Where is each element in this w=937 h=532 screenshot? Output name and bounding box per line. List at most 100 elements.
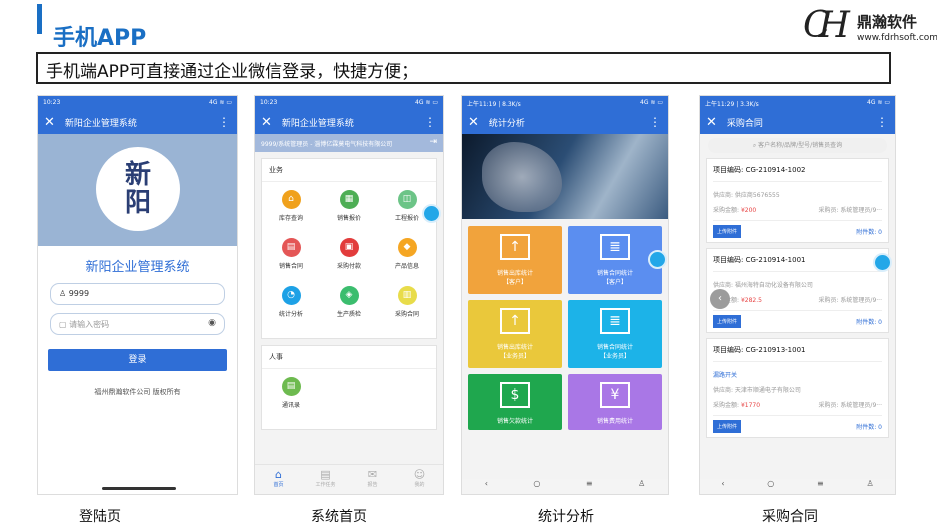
more-icon[interactable]: ⋮ <box>649 115 661 129</box>
status-time: 10:23 <box>260 99 278 106</box>
module-label: 工程报价 <box>394 215 419 222</box>
module-label: 库存查询 <box>278 215 303 222</box>
module-item[interactable]: ▤ 销售合同 <box>262 236 320 284</box>
section-title: 人事 <box>262 346 436 369</box>
status-icons: 4G ≋ ▭ <box>867 99 890 106</box>
amount-line: 采购金额: ¥200 采购员: 系统管理员/9··· <box>713 205 882 214</box>
upload-button[interactable]: 上传附件 <box>713 225 742 238</box>
home-topbar: ✕ 新阳企业管理系统 ⋮ <box>255 111 443 134</box>
purchase-record[interactable]: 项目编码: CG-210914-1001 供应商: 福州海特自动化设备有限公司采购… <box>706 248 889 333</box>
purchase-record[interactable]: 项目编码: CG-210913-1001 漏路开关 供应商: 天津市顺通电子有限公司… <box>706 338 889 438</box>
system-nav: ‹ ○ ≡ ♙ <box>700 479 895 494</box>
module-icon: ⌂ <box>281 190 301 209</box>
nav-button[interactable]: ≡ <box>817 479 824 494</box>
nav-button[interactable]: ‹ <box>721 479 724 494</box>
stats-tiles: ↑ 销售出库统计 【客户】 ≣ 销售合同统计 【客户】 ↑ 销售出库统计 【业务员】 ≣ 销售合同统… <box>462 219 668 437</box>
module-icon: ▥ <box>397 286 417 305</box>
login-phone: 10:23 4G ≋ ▭ ✕ 新阳企业管理系统 ⋮ 新阳 新阳企业管理系统 ♙ 999… <box>37 95 238 495</box>
back-arrow-icon[interactable]: ‹ <box>710 289 730 309</box>
attachment-count[interactable]: 附件数: 0 <box>856 227 882 236</box>
record-footer: 上传附件 附件数: 0 <box>713 220 882 238</box>
tab-label: 首页 <box>273 482 284 488</box>
attachment-count[interactable]: 附件数: 0 <box>856 317 882 326</box>
more-icon[interactable]: ⋮ <box>218 115 230 129</box>
login-topbar: ✕ 新阳企业管理系统 ⋮ <box>38 111 237 134</box>
tile-sublabel: 【客户】 <box>602 279 627 286</box>
module-icon: ▤ <box>281 238 301 257</box>
tab-icon: ▤ <box>320 468 331 481</box>
upload-button[interactable]: 上传附件 <box>713 420 742 433</box>
status-icons: 4G ≋ ▭ <box>209 99 232 106</box>
tile-icon: ↑ <box>500 234 530 260</box>
module-contacts[interactable]: ▤ 通讯录 <box>262 375 320 423</box>
tile-sublabel: 【业务员】 <box>499 353 530 360</box>
close-icon[interactable]: ✕ <box>44 115 55 130</box>
contacts-icon: ▤ <box>281 377 301 396</box>
search-placeholder: 客户名称/品牌/型号/销售员查询 <box>758 142 843 149</box>
login-button[interactable]: 登录 <box>48 349 227 371</box>
username-field[interactable]: ♙ 9999 <box>50 283 225 305</box>
tab-item[interactable]: ⌂ 首页 <box>255 465 302 494</box>
status-time: 上午11:29 | 3.3K/s <box>705 101 759 108</box>
nav-button[interactable]: ♙ <box>638 479 645 494</box>
amount: 采购金额: ¥200 <box>713 205 756 214</box>
close-icon[interactable]: ✕ <box>261 115 272 130</box>
module-label: 采购付款 <box>336 263 361 270</box>
logo-char-bottom: 阳 <box>124 188 151 218</box>
module-item[interactable]: ◆ 产品信息 <box>378 236 436 284</box>
close-icon[interactable]: ✕ <box>468 115 479 130</box>
module-item[interactable]: ⌂ 库存查询 <box>262 188 320 236</box>
module-icon: ◆ <box>397 238 417 257</box>
nav-button[interactable]: ‹ <box>485 479 488 494</box>
title-accent-bar <box>37 4 42 34</box>
floating-assistant-icon[interactable] <box>873 253 892 272</box>
tab-item[interactable]: ☺ 我的 <box>396 465 443 494</box>
floating-assistant-icon[interactable] <box>422 204 441 223</box>
module-item[interactable]: ▦ 销售报价 <box>320 188 378 236</box>
tile-icon: ≣ <box>600 234 630 260</box>
nav-button[interactable]: ♙ <box>866 479 873 494</box>
module-label: 通讯录 <box>281 402 300 409</box>
nav-button[interactable]: ○ <box>533 479 540 494</box>
purchase-record[interactable]: 项目编码: CG-210914-1002 供应商: 供应商5676555 采购金额:… <box>706 158 889 243</box>
supplier: 供应商: 供应商5676555 <box>713 192 780 199</box>
tab-item[interactable]: ▤ 工作任务 <box>302 465 349 494</box>
floating-assistant-icon[interactable] <box>648 250 667 269</box>
amount-line: 采购金额: ¥282.5采购员: 系统管理员/9··· <box>713 295 882 304</box>
status-bar: 上午11:29 | 3.3K/s 4G ≋ ▭ <box>700 96 895 111</box>
topbar-title: 新阳企业管理系统 <box>64 119 137 129</box>
nav-button[interactable]: ≡ <box>586 479 593 494</box>
stats-tile[interactable]: $ 销售欠款统计 <box>468 374 562 430</box>
module-item[interactable]: ◔ 统计分析 <box>262 284 320 332</box>
upload-button[interactable]: 上传附件 <box>713 315 742 328</box>
module-label: 统计分析 <box>278 311 303 318</box>
search-input[interactable]: ⌕ 客户名称/品牌/型号/销售员查询 <box>708 138 887 153</box>
record-footer: 上传附件 附件数: 0 <box>713 415 882 433</box>
nav-button[interactable]: ○ <box>767 479 774 494</box>
attachment-count[interactable]: 附件数: 0 <box>856 422 882 431</box>
tile-icon: ≣ <box>600 308 630 334</box>
module-item[interactable]: ◈ 生产质检 <box>320 284 378 332</box>
app-logo: 新阳 <box>96 147 180 231</box>
module-item[interactable]: ▥ 采购合同 <box>378 284 436 332</box>
eye-icon[interactable]: ◉ <box>208 318 216 328</box>
module-item[interactable]: ▣ 采购付款 <box>320 236 378 284</box>
close-icon[interactable]: ✕ <box>706 115 717 130</box>
tab-icon: ✉ <box>367 468 378 481</box>
tab-item[interactable]: ✉ 报告 <box>349 465 396 494</box>
stats-tile[interactable]: ↑ 销售出库统计 【客户】 <box>468 226 562 294</box>
logout-icon[interactable]: ⇥ <box>429 137 437 147</box>
home-phone: 10:23 4G ≋ ▭ ✕ 新阳企业管理系统 ⋮ 9999/系统管理员 - 淄博亿霖… <box>254 95 444 495</box>
password-field[interactable]: ▢ 请输入密码 ◉ <box>50 313 225 335</box>
stats-tile[interactable]: ¥ 销售费用统计 <box>568 374 662 430</box>
more-icon[interactable]: ⋮ <box>424 115 436 129</box>
buyer: 采购员: 系统管理员/9··· <box>818 297 883 304</box>
project-code: 项目编码: CG-210913-1001 <box>713 345 882 362</box>
record-tag[interactable]: 漏路开关 <box>713 370 882 379</box>
amount-line: 采购金额: ¥1770 采购员: 系统管理员/9··· <box>713 400 882 409</box>
more-icon[interactable]: ⋮ <box>876 115 888 129</box>
stats-tile[interactable]: ≣ 销售合同统计 【业务员】 <box>568 300 662 368</box>
stats-tile[interactable]: ↑ 销售出库统计 【业务员】 <box>468 300 562 368</box>
headline-box: 手机端APP可直接通过企业微信登录，快捷方便； <box>36 52 891 84</box>
user-icon: ♙ <box>59 289 67 298</box>
